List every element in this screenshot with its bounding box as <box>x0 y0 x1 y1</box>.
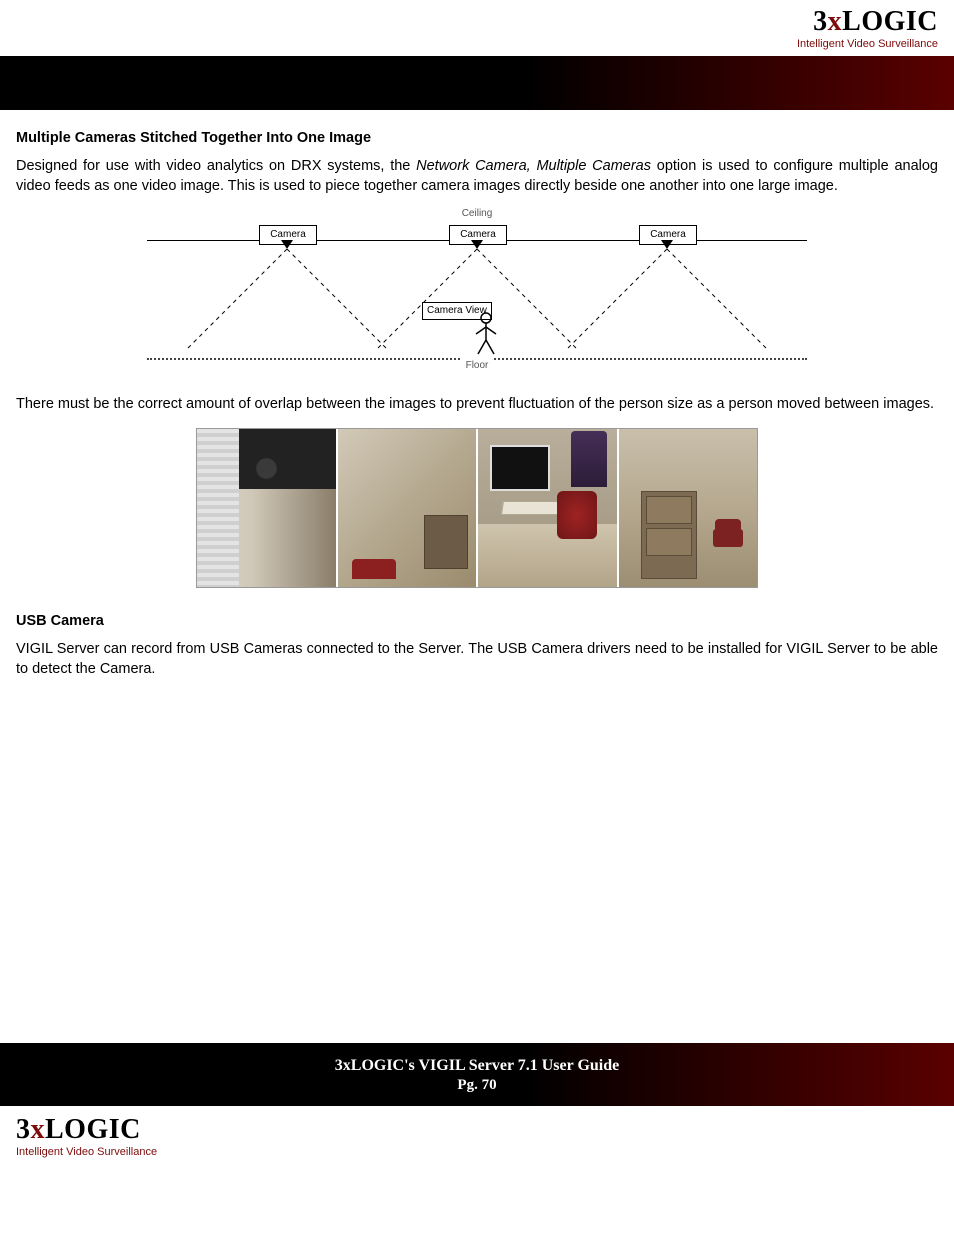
logo-tagline: Intelligent Video Surveillance <box>797 38 938 50</box>
para1-part-a: Designed for use with video analytics on… <box>16 158 416 174</box>
document-page: 3xLOGIC Intelligent Video Surveillance M… <box>0 0 954 1172</box>
stitching-diagram-wrap: Ceiling Floor Camera Camera Camera <box>16 210 938 376</box>
footer-logo-part-c: LOGIC <box>45 1114 141 1145</box>
stitching-diagram: Ceiling Floor Camera Camera Camera <box>147 210 807 370</box>
photo-panel-3 <box>478 429 619 587</box>
logo-part-a: 3 <box>813 6 828 37</box>
footer-logo-wordmark: 3xLOGIC <box>16 1116 938 1144</box>
photo-panel-4-filing-cabinet <box>641 491 697 579</box>
diagram-camera-icon-1 <box>281 240 293 249</box>
photo-panel-4-phone <box>713 529 743 547</box>
photo-panel-2 <box>338 429 479 587</box>
header-logo: 3xLOGIC Intelligent Video Surveillance <box>797 8 938 50</box>
footer-bar: 3xLOGIC's VIGIL Server 7.1 User Guide Pg… <box>0 1043 954 1106</box>
stitched-photo <box>196 428 758 588</box>
footer-spacer <box>0 693 954 1043</box>
diagram-camera-icon-2 <box>471 240 483 249</box>
diagram-person-icon <box>473 312 499 356</box>
section1-paragraph2: There must be the correct amount of over… <box>16 394 938 414</box>
diagram-fov-1 <box>187 249 387 349</box>
para1-italic: Network Camera, Multiple Cameras <box>416 158 651 174</box>
photo-panel-1-blinds <box>197 429 239 587</box>
stitched-photo-wrap <box>16 428 938 593</box>
section-heading-stitched: Multiple Cameras Stitched Together Into … <box>16 128 938 148</box>
diagram-fov-3 <box>567 249 767 349</box>
photo-panel-1 <box>197 429 338 587</box>
footer-doc-title: 3xLOGIC's VIGIL Server 7.1 User Guide <box>0 1057 954 1075</box>
photo-panel-3-chair <box>557 491 597 539</box>
photo-panel-2-cabinet <box>424 515 468 569</box>
footer-logo: 3xLOGIC Intelligent Video Surveillance <box>16 1116 938 1158</box>
header-logo-row: 3xLOGIC Intelligent Video Surveillance <box>0 0 954 50</box>
photo-panel-2-chair <box>352 559 396 579</box>
footer-page-number: Pg. 70 <box>0 1077 954 1094</box>
footer-logo-row: 3xLOGIC Intelligent Video Surveillance <box>0 1106 954 1172</box>
photo-panel-3-monitor <box>490 445 550 491</box>
document-body: Multiple Cameras Stitched Together Into … <box>0 110 954 679</box>
header-dark-bar <box>0 56 954 110</box>
section1-paragraph1: Designed for use with video analytics on… <box>16 156 938 196</box>
logo-wordmark: 3xLOGIC <box>797 8 938 36</box>
section-heading-usb: USB Camera <box>16 611 938 631</box>
footer-logo-part-a: 3 <box>16 1114 31 1145</box>
photo-panel-3-person <box>571 431 607 487</box>
diagram-camera-icon-3 <box>661 240 673 249</box>
logo-part-x: x <box>828 6 843 37</box>
photo-panel-4 <box>619 429 758 587</box>
footer-logo-tagline: Intelligent Video Surveillance <box>16 1146 938 1158</box>
diagram-ceiling-label: Ceiling <box>458 206 497 222</box>
logo-part-c: LOGIC <box>842 6 938 37</box>
section2-paragraph: VIGIL Server can record from USB Cameras… <box>16 639 938 679</box>
footer-logo-part-x: x <box>31 1114 46 1145</box>
diagram-floor-label: Floor <box>462 358 493 374</box>
